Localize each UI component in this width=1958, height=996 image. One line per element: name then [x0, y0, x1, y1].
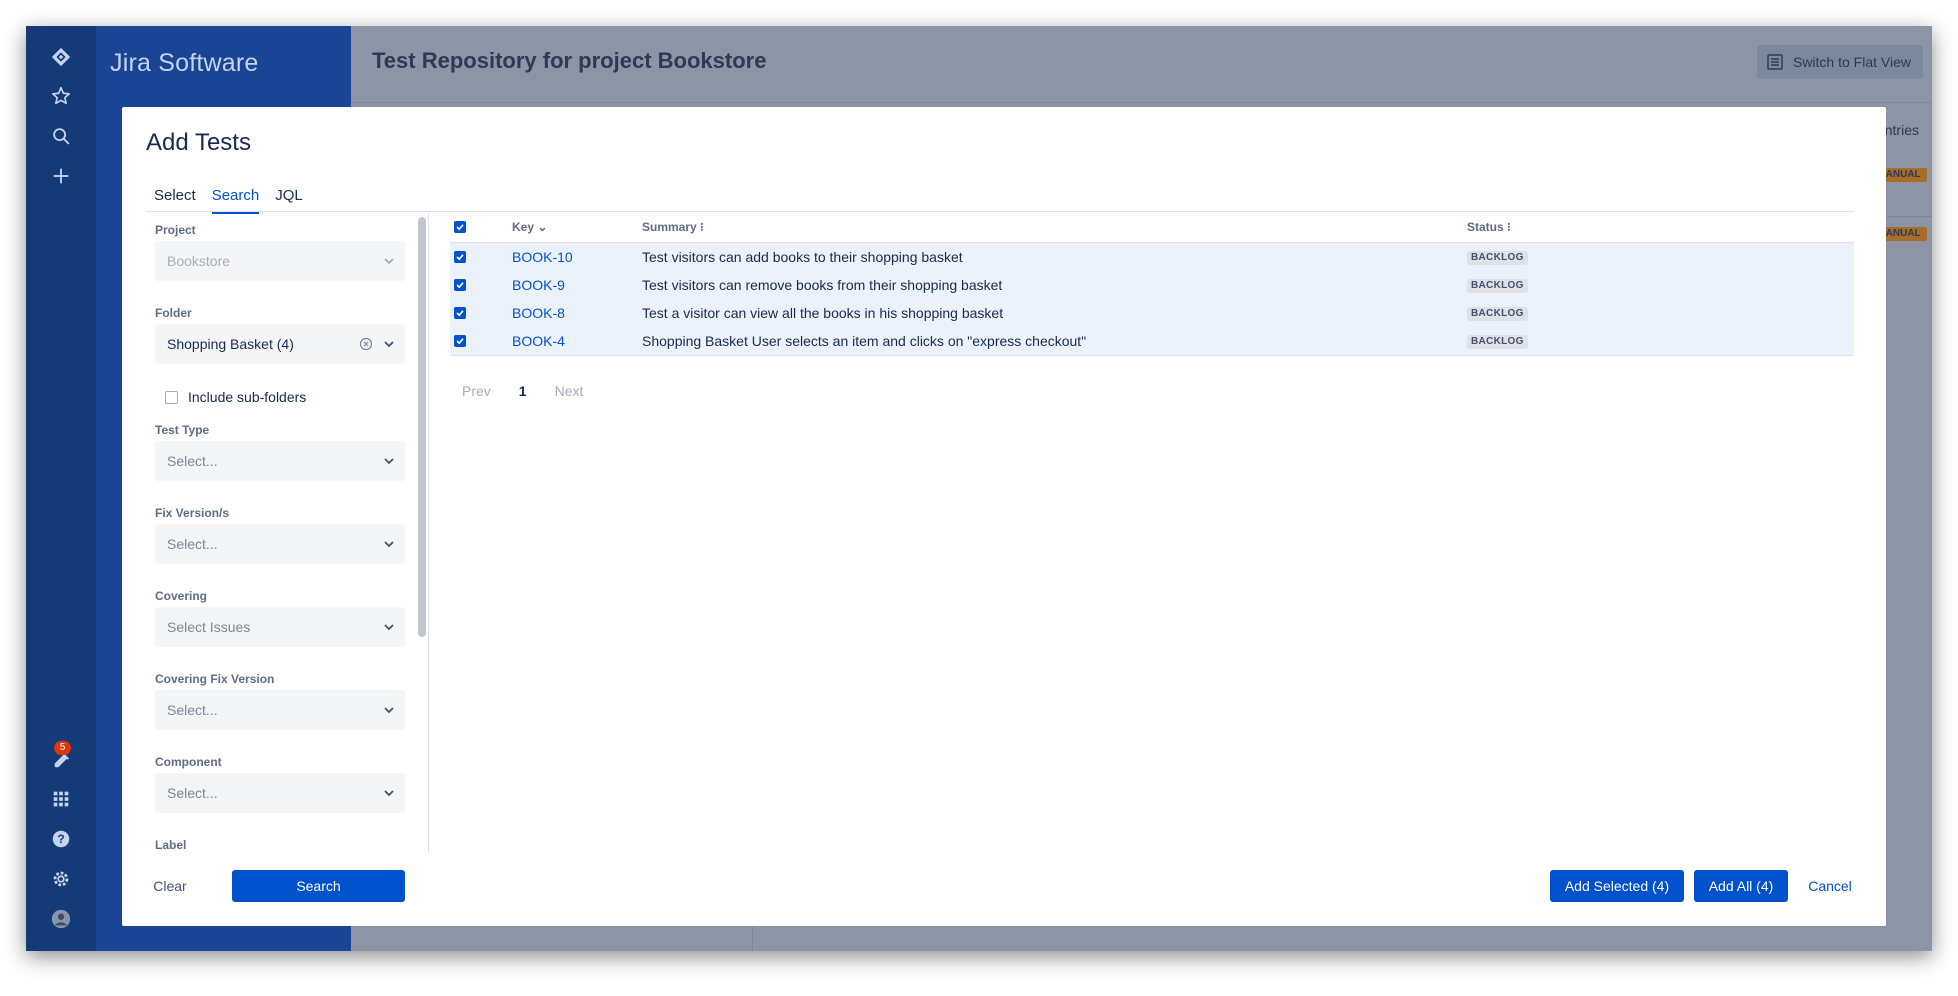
issue-key-link[interactable]: BOOK-8	[512, 299, 565, 327]
include-subfolders-checkbox[interactable]	[165, 390, 178, 404]
folder-label: Folder	[155, 306, 192, 320]
app-switcher-icon[interactable]	[48, 786, 74, 812]
product-brand[interactable]: Jira Software	[110, 49, 259, 78]
project-select: Bookstore	[155, 241, 405, 281]
status-badge: BACKLOG	[1467, 251, 1528, 266]
notification-count-badge: 5	[54, 741, 71, 755]
issue-summary: Test a visitor can view all the books in…	[642, 305, 1004, 321]
switch-to-flat-view-button[interactable]: Switch to Flat View	[1756, 45, 1923, 79]
covering-select[interactable]: Select Issues	[155, 607, 405, 647]
test-type-select[interactable]: Select...	[155, 441, 405, 481]
global-navigation: 5 ?	[26, 26, 96, 951]
table-row[interactable]: BOOK-10 Test visitors can add books to t…	[450, 243, 1854, 271]
chevron-down-icon	[384, 458, 394, 465]
dialog-tabs: Select Search JQL	[154, 187, 303, 214]
key-column-header[interactable]: Key ⌄	[512, 213, 547, 241]
tab-divider	[146, 211, 1854, 212]
jira-logo-icon[interactable]	[48, 44, 74, 70]
chevron-down-icon	[384, 624, 394, 631]
page-title: Test Repository for project Bookstore	[372, 48, 767, 73]
covering-placeholder: Select Issues	[167, 619, 251, 635]
covering-fix-version-label: Covering Fix Version	[155, 672, 275, 686]
covering-fix-version-select[interactable]: Select...	[155, 690, 405, 730]
row-checkbox[interactable]	[454, 279, 466, 291]
table-row[interactable]: BOOK-9 Test visitors can remove books fr…	[450, 271, 1854, 299]
component-label: Component	[155, 755, 222, 769]
table-header: Key ⌄ Summary ⁝ Status ⁝	[450, 213, 1854, 241]
search-icon[interactable]	[48, 123, 74, 149]
issue-summary: Shopping Basket User selects an item and…	[642, 333, 1087, 349]
issue-key-link[interactable]: BOOK-4	[512, 327, 565, 355]
prev-page-link[interactable]: Prev	[462, 383, 491, 399]
help-icon[interactable]: ?	[48, 826, 74, 852]
chevron-down-icon	[384, 258, 394, 265]
project-value: Bookstore	[167, 253, 231, 269]
search-button[interactable]: Search	[232, 870, 405, 902]
component-placeholder: Select...	[167, 785, 218, 801]
tab-jql[interactable]: JQL	[275, 187, 303, 214]
table-row[interactable]: BOOK-8 Test a visitor can view all the b…	[450, 299, 1854, 327]
list-icon	[1767, 54, 1783, 70]
fix-version-placeholder: Select...	[167, 536, 218, 552]
issue-key-link[interactable]: BOOK-10	[512, 243, 573, 271]
dialog-title: Add Tests	[146, 129, 251, 156]
row-checkbox[interactable]	[454, 251, 466, 263]
user-avatar-icon[interactable]	[48, 906, 74, 932]
svg-text:?: ?	[57, 832, 64, 846]
project-label: Project	[155, 223, 196, 237]
add-all-button[interactable]: Add All (4)	[1694, 870, 1788, 902]
status-badge: BACKLOG	[1467, 307, 1528, 322]
table-bottom-divider	[450, 355, 1854, 356]
add-selected-button[interactable]: Add Selected (4)	[1550, 870, 1684, 902]
cancel-button[interactable]: Cancel	[1800, 870, 1860, 902]
search-filters-panel: Project Bookstore Folder Shopping Basket…	[155, 223, 405, 859]
chevron-down-icon	[384, 790, 394, 797]
covering-fix-version-placeholder: Select...	[167, 702, 218, 718]
test-type-label: Test Type	[155, 423, 210, 437]
issue-summary: Test visitors can add books to their sho…	[642, 249, 963, 265]
filters-scrollbar[interactable]	[418, 217, 426, 637]
row-checkbox[interactable]	[454, 307, 466, 319]
create-plus-icon[interactable]	[48, 163, 74, 189]
add-tests-dialog: Add Tests Select Search JQL Project Book…	[122, 107, 1886, 926]
issue-summary: Test visitors can remove books from thei…	[642, 277, 1003, 293]
panel-divider	[428, 213, 429, 853]
folder-value: Shopping Basket (4)	[167, 336, 294, 352]
divider	[351, 102, 1932, 103]
tab-search[interactable]: Search	[211, 187, 260, 214]
chevron-down-icon[interactable]	[383, 338, 395, 350]
status-column-header[interactable]: Status ⁝	[1467, 213, 1511, 241]
select-all-checkbox[interactable]	[454, 221, 466, 233]
fix-version-label: Fix Version/s	[155, 506, 230, 520]
issue-key-link[interactable]: BOOK-9	[512, 271, 565, 299]
test-type-placeholder: Select...	[167, 453, 218, 469]
chevron-down-icon	[384, 541, 394, 548]
next-page-link[interactable]: Next	[555, 383, 584, 399]
folder-select[interactable]: Shopping Basket (4)	[155, 324, 405, 364]
clear-icon[interactable]	[359, 337, 373, 351]
screenshot-frame: 5 ? Jira Software Test Repository for pr…	[26, 26, 1932, 951]
covering-label: Covering	[155, 589, 208, 603]
component-select[interactable]: Select...	[155, 773, 405, 813]
summary-header-label: Summary	[642, 220, 697, 234]
table-row[interactable]: BOOK-4 Shopping Basket User selects an i…	[450, 327, 1854, 355]
status-badge: BACKLOG	[1467, 279, 1528, 294]
include-subfolders-option[interactable]: Include sub-folders	[165, 389, 306, 405]
key-header-label: Key	[512, 220, 535, 234]
flat-view-label: Switch to Flat View	[1792, 54, 1911, 70]
clear-button[interactable]: Clear	[148, 870, 192, 902]
summary-column-header[interactable]: Summary ⁝	[642, 213, 704, 241]
fix-version-select[interactable]: Select...	[155, 524, 405, 564]
chevron-down-icon	[384, 707, 394, 714]
row-checkbox[interactable]	[454, 335, 466, 347]
label-filter-label: Label	[155, 838, 187, 852]
pagination: Prev 1 Next	[462, 383, 583, 399]
status-header-label: Status	[1467, 220, 1504, 234]
status-badge: BACKLOG	[1467, 335, 1528, 350]
tab-select[interactable]: Select	[154, 187, 196, 214]
include-subfolders-label: Include sub-folders	[188, 389, 307, 405]
current-page[interactable]: 1	[519, 383, 527, 399]
star-icon[interactable]	[48, 83, 74, 109]
settings-gear-icon[interactable]	[48, 866, 74, 892]
